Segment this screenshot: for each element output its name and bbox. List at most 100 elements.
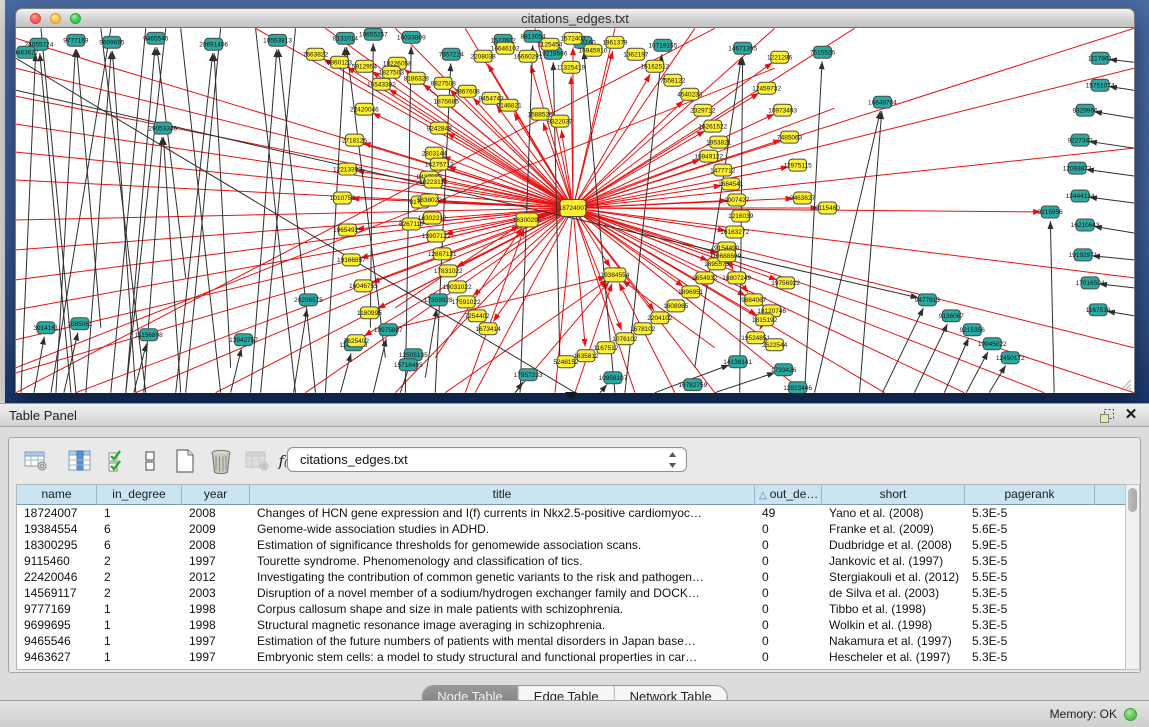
graph-node[interactable]: 1076102 (612, 333, 638, 345)
table-row[interactable]: 1456911722003Disruption of a novel membe… (17, 585, 1125, 601)
graph-node[interactable]: 22420046 (350, 103, 379, 115)
graph-node[interactable]: 13942757 (229, 334, 258, 346)
graph-node[interactable]: 9215956 (1038, 206, 1064, 218)
graph-node[interactable]: 1572403 (560, 32, 586, 44)
graph-node[interactable]: 1167534 (1086, 304, 1111, 316)
graph-node[interactable]: 4540233 (677, 88, 703, 100)
graph-node[interactable]: 10975887 (374, 324, 403, 336)
network-window-titlebar[interactable]: citations_edges.txt (15, 8, 1135, 28)
graph-node[interactable]: 17591022 (452, 296, 481, 308)
graph-node[interactable]: 9242843 (427, 122, 453, 134)
float-panel-icon[interactable] (1099, 408, 1115, 424)
graph-node[interactable]: 16162512 (640, 60, 669, 72)
graph-node[interactable]: 9699695 (99, 36, 125, 48)
graph-node[interactable]: 8186328 (404, 72, 430, 84)
graph-node[interactable]: 10719155 (648, 39, 677, 51)
graph-node[interactable]: 1815192 (752, 314, 778, 326)
table-row[interactable]: 1938455462009Genome-wide association stu… (17, 521, 1125, 537)
graph-node[interactable]: 7515526 (810, 46, 836, 58)
graph-node[interactable]: 9477913 (915, 294, 941, 306)
graph-node[interactable]: 8322037 (547, 115, 573, 127)
node-table[interactable]: namein_degreeyeartitle△out_de…shortpager… (16, 484, 1126, 670)
graph-node[interactable]: 9463627 (790, 192, 816, 204)
graph-node[interactable]: 17016504 (1076, 277, 1105, 289)
graph-node[interactable]: 15751074 (1086, 79, 1115, 91)
table-row[interactable]: 911546021997Tourette syndrome. Phenomeno… (17, 553, 1125, 569)
graph-node[interactable]: 14275712 (425, 158, 454, 170)
graph-node[interactable]: 9827508 (431, 77, 457, 89)
table-selector-dropdown[interactable]: citations_edges.txt (287, 447, 687, 472)
graph-node[interactable]: 7663822 (303, 48, 329, 60)
graph-node[interactable]: 1875685 (434, 95, 460, 107)
graph-node[interactable]: 12459732 (752, 82, 781, 94)
graph-node[interactable]: 5248152 (553, 356, 579, 368)
graph-node[interactable]: 12093872 (1063, 162, 1092, 174)
graph-node[interactable]: 1896951 (678, 286, 704, 298)
graph-node[interactable]: 10973493 (768, 104, 797, 116)
graph-node[interactable]: 9146821 (497, 99, 523, 111)
graph-node[interactable]: 18724007 (559, 200, 588, 217)
graph-node[interactable]: 1362197 (623, 48, 649, 60)
window-resize-grip[interactable] (1116, 375, 1132, 391)
graph-node[interactable]: 9227343 (1068, 134, 1094, 146)
graph-node[interactable]: 20206575 (294, 294, 323, 306)
graph-node[interactable]: 2867608 (455, 85, 481, 97)
table-row[interactable]: 969969511998Structural magnetic resonanc… (17, 617, 1125, 633)
graph-node[interactable]: 1678102 (630, 323, 656, 335)
graph-node[interactable]: 12975115 (783, 159, 812, 171)
graph-node[interactable]: 1838022 (417, 194, 443, 206)
graph-node[interactable]: 1827503 (379, 66, 405, 78)
close-panel-icon[interactable]: ✕ (1123, 406, 1139, 424)
table-row[interactable]: 1872400712008Changes of HCN gene express… (17, 505, 1125, 521)
column-header-year[interactable]: year (182, 485, 250, 505)
graph-node[interactable]: 18807249 (722, 272, 751, 284)
graph-node[interactable]: 1221286 (767, 51, 793, 63)
graph-node[interactable]: 19384554 (601, 268, 630, 282)
graph-node[interactable]: 8131014 (333, 32, 359, 44)
graph-node[interactable]: 19192971 (1069, 249, 1098, 261)
table-row[interactable]: 946554611997Estimation of the future num… (17, 633, 1125, 649)
graph-node[interactable]: 16648784 (868, 96, 897, 108)
graph-node[interactable]: 1180995 (357, 307, 382, 319)
column-header-out_degree[interactable]: △out_de… (755, 485, 822, 505)
graph-node[interactable]: 7625402 (344, 335, 370, 347)
graph-node[interactable]: 16302212 (418, 212, 447, 224)
column-header-pagerank[interactable]: pagerank (965, 485, 1095, 505)
table-row[interactable]: 946362711997Embryonic stem cells: a mode… (17, 649, 1125, 665)
graph-node[interactable]: 14138141 (723, 356, 752, 368)
clear-selection-button[interactable] (135, 446, 165, 476)
graph-node[interactable]: 1961379 (602, 36, 628, 48)
graph-node[interactable]: 1684541 (718, 178, 744, 190)
graph-node[interactable]: 1125454 (538, 38, 563, 50)
graph-node[interactable]: 9465546 (143, 32, 169, 44)
graph-node[interactable]: 16261522 (698, 120, 727, 132)
table-vertical-scrollbar[interactable] (1125, 484, 1140, 670)
graph-node[interactable]: 9884067 (741, 294, 767, 306)
graph-node[interactable]: 1953821 (706, 136, 732, 148)
select-all-check-button[interactable] (103, 446, 133, 476)
graph-node[interactable]: 18300295 (513, 213, 542, 227)
graph-node[interactable]: 1673414 (476, 323, 502, 335)
graph-node[interactable]: 12444134 (1066, 190, 1095, 202)
graph-node[interactable]: 10945022 (978, 338, 1007, 350)
column-header-name[interactable]: name (17, 485, 97, 505)
graph-node[interactable]: 7254402 (465, 310, 491, 322)
graph-node[interactable]: 1608965 (663, 300, 689, 312)
graph-node[interactable]: 9777169 (63, 34, 89, 46)
graph-node[interactable]: 1117861 (1088, 52, 1113, 64)
graph-node[interactable]: 9115460 (815, 202, 840, 214)
graph-node[interactable]: 16033809 (397, 31, 426, 43)
graph-node[interactable]: 13907122 (422, 230, 451, 242)
column-header-short[interactable]: short (822, 485, 965, 505)
graph-node[interactable]: 7857224 (439, 48, 465, 60)
graph-node[interactable]: 19756922 (771, 277, 800, 289)
graph-node[interactable]: 14671355 (728, 42, 757, 54)
graph-node[interactable]: 16210643 (1071, 219, 1100, 231)
graph-node[interactable]: 1007427 (724, 194, 750, 206)
graph-node[interactable]: 2329712 (690, 104, 716, 116)
splitter-collapse-icon[interactable] (565, 392, 577, 400)
graph-node[interactable]: 1167512 (594, 342, 619, 354)
show-column-button[interactable] (65, 446, 95, 476)
graph-node[interactable]: 17359928 (424, 294, 453, 306)
graph-node[interactable]: 1010753 (330, 192, 356, 204)
